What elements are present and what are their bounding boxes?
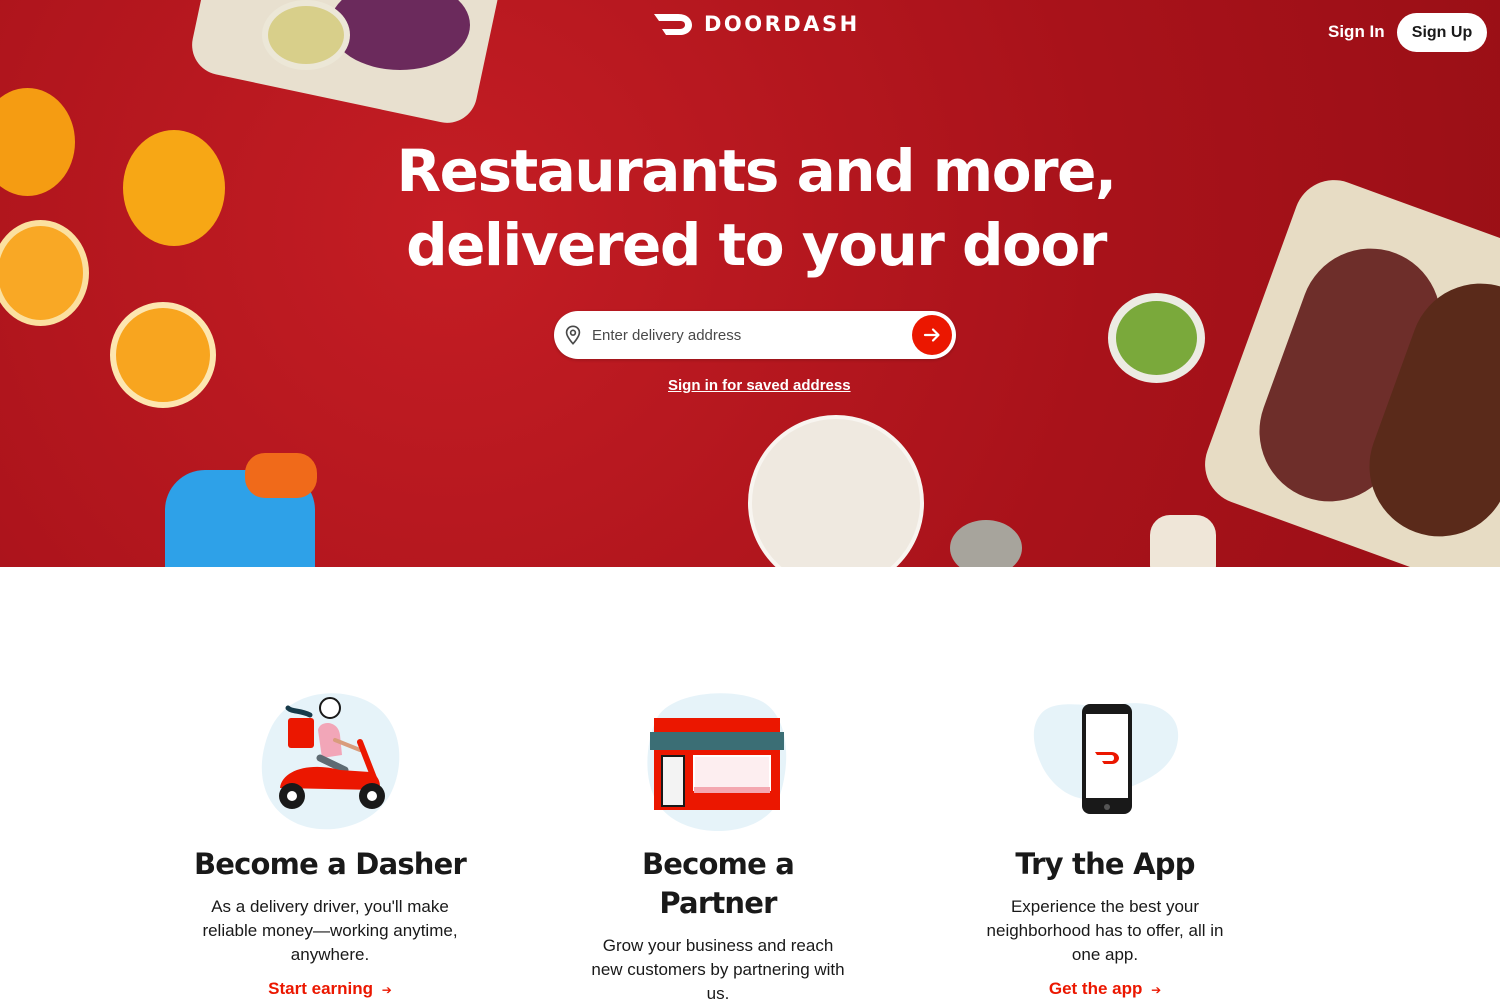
partner-card: Become a Partner Grow your business and … — [568, 690, 868, 1006]
scooter-rider-icon — [250, 690, 410, 835]
guacamole-cup-decoration — [1108, 293, 1205, 383]
hero-banner: DOORDASH Sign In Sign Up Restaurants and… — [0, 0, 1500, 567]
submit-address-button[interactable] — [912, 315, 952, 355]
spoon-decoration — [950, 520, 1022, 567]
sign-in-link[interactable]: Sign In — [1316, 20, 1397, 44]
card-title: Become a Dasher — [193, 847, 467, 881]
arrow-right-icon: ➔ — [1151, 983, 1162, 997]
address-search-bar — [554, 311, 956, 359]
cta-label: Get the app — [1048, 979, 1143, 998]
doordash-dash-icon — [654, 14, 692, 35]
milk-bottle-decoration — [1150, 515, 1216, 567]
card-title: Become a Partner — [641, 847, 795, 920]
headline-line-2: delivered to your door — [406, 211, 1107, 279]
doordash-logo[interactable]: DOORDASH — [652, 10, 860, 38]
delivery-address-input[interactable] — [592, 326, 892, 344]
phone-app-icon — [1025, 690, 1185, 835]
start-earning-link[interactable]: Start earning ➔ — [268, 979, 392, 999]
location-pin-icon — [565, 325, 581, 345]
card-description: Experience the best your neighborhood ha… — [986, 897, 1224, 964]
cta-label: Start earning — [268, 979, 374, 998]
sign-up-button[interactable]: Sign Up — [1397, 13, 1487, 52]
storefront-icon — [638, 690, 798, 835]
bottle-cap-decoration — [245, 453, 317, 498]
card-description: As a delivery driver, you'll make reliab… — [202, 897, 458, 964]
card-description: Grow your business and reach new custome… — [591, 936, 845, 1003]
arrow-right-icon — [923, 328, 940, 342]
orange-slice-decoration — [110, 302, 216, 408]
card-title: Try the App — [1015, 847, 1195, 881]
get-the-app-link[interactable]: Get the app ➔ — [1049, 979, 1161, 999]
hero-headline: Restaurants and more, delivered to your … — [0, 134, 1500, 282]
app-card: Try the App Experience the best your nei… — [955, 690, 1255, 999]
brand-name: DOORDASH — [704, 12, 860, 36]
sign-in-saved-address-link[interactable]: Sign in for saved address — [668, 377, 851, 394]
ice-cream-bowl-decoration — [748, 415, 924, 567]
arrow-right-icon: ➔ — [381, 983, 392, 997]
top-navigation: DOORDASH Sign In Sign Up — [0, 0, 1500, 64]
dasher-card: Become a Dasher As a delivery driver, yo… — [180, 690, 480, 999]
headline-line-1: Restaurants and more, — [396, 137, 1117, 205]
